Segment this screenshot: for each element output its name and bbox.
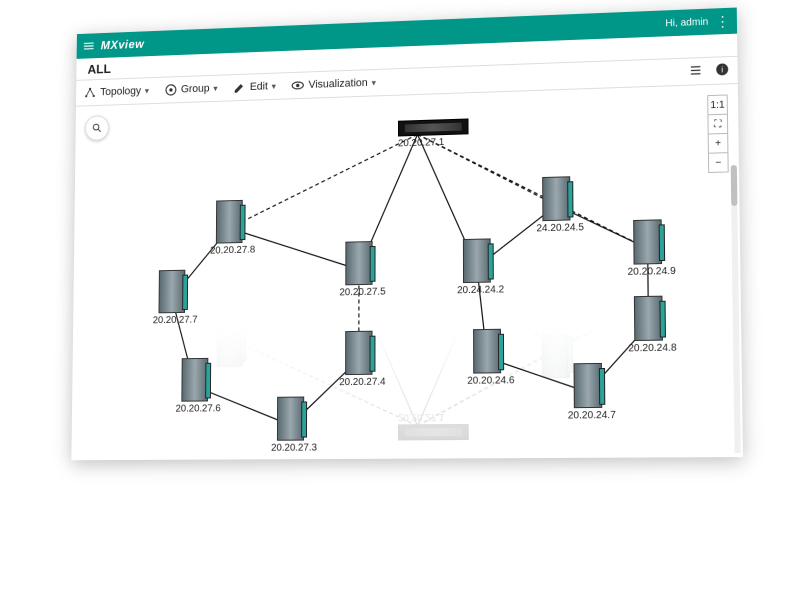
device-ip-label: 20.20.27.5 [339, 287, 378, 299]
device-node[interactable]: 20.20.27.1 [398, 411, 437, 440]
topology-link[interactable] [417, 321, 476, 426]
edit-label: Edit [250, 81, 268, 93]
visualization-label: Visualization [308, 77, 367, 91]
edit-icon [233, 80, 246, 94]
device-node[interactable]: 20.20.27.1 [398, 119, 437, 149]
device-ip-label: 20.20.27.1 [398, 411, 437, 422]
zoom-in-button[interactable]: + [709, 134, 728, 154]
zoom-fit-button[interactable]: ⛶ [708, 115, 727, 135]
info-button[interactable]: i [715, 62, 730, 80]
menu-icon [82, 39, 95, 53]
app-brand: MXview [101, 37, 145, 52]
rack-device-icon [398, 424, 469, 441]
zoom-out-button[interactable]: − [709, 153, 728, 172]
reflection-decoration: 20.20.27.120.20.27.820.20.27.720.20.27.6… [74, 321, 740, 467]
device-ip-label: 20.24.24.2 [457, 284, 497, 296]
device-ip-label: 24.20.24.5 [536, 222, 576, 234]
device-ip-label: 20.20.27.1 [398, 137, 437, 149]
device-node[interactable]: 20.20.24.9 [625, 321, 666, 331]
topology-menu[interactable]: Topology ▾ [83, 84, 149, 100]
edit-menu[interactable]: Edit ▾ [233, 79, 276, 94]
device-node[interactable]: 20.20.24.9 [627, 219, 668, 278]
switch-device-icon [542, 333, 570, 378]
topology-icon [83, 86, 96, 100]
switch-device-icon [217, 323, 244, 366]
device-node[interactable]: 20.20.27.8 [210, 200, 248, 257]
topology-link[interactable] [417, 321, 647, 426]
brand-suffix: view [118, 37, 144, 51]
zoom-toolbar: 1:1 ⛶ + − [707, 94, 729, 173]
switch-device-icon [542, 176, 570, 221]
user-greeting: Hi, admin [665, 16, 708, 29]
device-node[interactable]: 20.24.24.2 [457, 238, 497, 296]
switch-device-icon [216, 200, 243, 244]
switch-device-icon [633, 219, 662, 264]
topology-label: Topology [100, 85, 141, 98]
device-node[interactable]: 24.20.24.5 [536, 321, 576, 378]
switch-device-icon [345, 241, 372, 285]
chevron-down-icon: ▾ [372, 77, 376, 88]
visualization-icon [291, 78, 304, 92]
chevron-down-icon: ▾ [145, 85, 149, 96]
rack-device-icon [398, 118, 469, 136]
overflow-menu-button[interactable]: ⋮ [714, 14, 731, 29]
switch-device-icon [632, 321, 661, 331]
topology-link[interactable] [418, 127, 648, 253]
svg-text:i: i [721, 65, 723, 74]
search-icon [91, 122, 102, 134]
info-icon: i [715, 62, 730, 77]
device-ip-label: 20.20.27.8 [210, 245, 248, 257]
topology-link[interactable] [229, 134, 417, 228]
switch-device-icon [158, 270, 185, 314]
device-node[interactable]: 20.20.27.7 [153, 270, 191, 327]
chevron-down-icon: ▾ [272, 81, 276, 92]
group-menu[interactable]: Group ▾ [164, 81, 218, 96]
switch-device-icon [463, 238, 491, 283]
topology-link[interactable] [229, 336, 417, 427]
device-node[interactable]: 20.20.27.5 [339, 241, 378, 298]
chevron-down-icon: ▾ [213, 83, 217, 94]
device-node[interactable]: 24.20.24.5 [536, 176, 576, 234]
list-view-button[interactable] [688, 63, 702, 81]
group-label: Group [181, 83, 210, 96]
device-ip-label: 20.20.27.7 [153, 315, 191, 326]
group-icon [164, 83, 177, 97]
brand-prefix: MX [101, 38, 119, 52]
zoom-actual-button[interactable]: 1:1 [708, 95, 727, 115]
visualization-menu[interactable]: Visualization ▾ [291, 76, 376, 93]
list-icon [688, 63, 702, 78]
device-ip-label: 20.20.24.9 [627, 266, 668, 278]
hamburger-menu-button[interactable] [77, 39, 101, 53]
